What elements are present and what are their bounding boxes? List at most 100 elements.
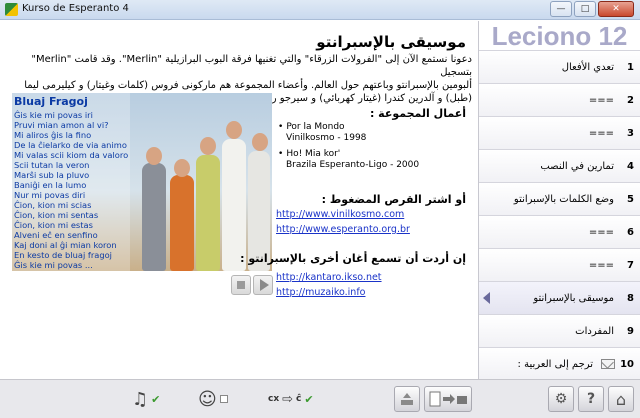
print-button[interactable] xyxy=(424,386,472,412)
work-item: • Ho! Mia kor' Brazila Esperanto-Ligo - 2… xyxy=(278,149,419,171)
lyric-line: Ĝis kie mi povas ... xyxy=(14,260,93,270)
music-toggle[interactable]: ♫ ✔ xyxy=(132,387,160,411)
maximize-button[interactable]: □ xyxy=(574,1,596,17)
nav-item-number: 1 xyxy=(627,61,634,73)
play-icon xyxy=(259,279,269,291)
more-songs-heading: إن أردت أن تسمع أغان أخرى بالإسبرانتو : xyxy=(240,252,466,265)
c-hat-label: ĉ xyxy=(296,394,302,404)
intro-line: ألبومين بالإسبرانتو وباعتهم حول العالم. … xyxy=(24,80,472,91)
lyric-line: De la ĉielarko de via animo xyxy=(14,140,127,150)
upload-button[interactable] xyxy=(394,386,420,412)
nav-item-label: === xyxy=(588,127,614,139)
link-kantaro[interactable]: http://kantaro.ikso.net xyxy=(276,272,382,283)
window-title: Kurso de Esperanto 4 xyxy=(22,3,129,14)
lyric-line: Baniĝi en la lumo xyxy=(14,180,87,190)
lyric-line: Nur mi povas diri xyxy=(14,190,86,200)
work-item: • Por la Mondo Vinilkosmo - 1998 xyxy=(278,122,366,144)
bullet-icon: • xyxy=(278,149,284,159)
nav-item-label: موسيقى بالإسبرانتو xyxy=(533,292,614,304)
close-button[interactable]: ✕ xyxy=(598,1,634,17)
envelope-icon xyxy=(601,359,616,369)
band-member-figure xyxy=(170,175,194,271)
lesson-sidebar: Leciono 12 تعدي الأفعال 1 === 2 === 3 تم… xyxy=(478,21,640,381)
stop-icon xyxy=(237,281,245,289)
nav-item-4[interactable]: تمارين في النصب 4 xyxy=(479,150,640,183)
band-member-figure xyxy=(142,163,166,271)
stop-button[interactable] xyxy=(231,275,251,295)
band-member-head xyxy=(226,121,242,139)
lyric-line: ...En kesto de bluaj fragoj... xyxy=(12,270,130,271)
x-system-toggle[interactable]: cx ⇨ ĉ ✔ xyxy=(268,387,314,411)
lyric-line: Marŝi sub la pluvo xyxy=(14,170,90,180)
lyric-line: Mi aliros ĝis la fino xyxy=(14,130,92,140)
nav-item-number: 9 xyxy=(627,325,634,337)
nav-item-number: 3 xyxy=(627,127,634,139)
buy-cd-heading: أو اشتر القرص المضغوط : xyxy=(321,193,466,206)
bottom-toolbar: ♫ ✔ ☺ cx ⇨ ĉ ✔ ⚙ ? ⌂ xyxy=(0,379,640,418)
check-icon: ✔ xyxy=(151,392,161,406)
settings-button[interactable]: ⚙ xyxy=(548,386,574,412)
link-vinilkosmo[interactable]: http://www.vinilkosmo.com xyxy=(276,209,404,220)
nav-item-number: 4 xyxy=(627,160,634,172)
work-title: Por la Mondo xyxy=(286,122,345,132)
nav-item-2[interactable]: === 2 xyxy=(479,84,640,117)
app-icon xyxy=(5,3,18,16)
lyrics-list: Ĝis kie mi povas iri Pruvi mian amon al v… xyxy=(12,110,130,271)
nav-item-number: 8 xyxy=(627,292,634,304)
checkbox-icon xyxy=(219,395,228,403)
minimize-button[interactable]: — xyxy=(550,1,572,17)
nav-item-label: تمارين في النصب xyxy=(540,160,614,172)
lyric-line: Scii tutan la veron xyxy=(14,160,90,170)
nav-item-label: === xyxy=(588,226,614,238)
lesson-number-header: Leciono 12 xyxy=(479,21,640,51)
nav-item-label: وضع الكلمات بالإسبرانتو xyxy=(513,193,614,205)
nav-item-label: تعدي الأفعال xyxy=(561,61,614,73)
work-detail: Vinilkosmo - 1998 xyxy=(286,133,367,143)
lyric-line: Ĉion, kion mi sentas xyxy=(14,210,99,220)
album-title: Bluaj Fragoj xyxy=(14,95,88,108)
band-member-figure xyxy=(196,155,220,271)
title-bar: Kurso de Esperanto 4 — □ ✕ xyxy=(0,0,640,20)
lesson-content: موسيقى بالإسبرانتو دعونا نستمع الآن إلى … xyxy=(0,21,478,379)
link-esperanto-org-br[interactable]: http://www.esperanto.org.br xyxy=(276,224,410,235)
work-detail: Brazila Esperanto-Ligo - 2000 xyxy=(286,160,420,170)
link-muzaiko[interactable]: http://muzaiko.info xyxy=(276,287,365,298)
nav-item-9[interactable]: المفردات 9 xyxy=(479,315,640,348)
lyric-line: Mi valas scii kiom da valoro xyxy=(14,150,129,160)
nav-item-number: 6 xyxy=(627,226,634,238)
speech-toggle[interactable]: ☺ xyxy=(198,387,228,411)
home-button[interactable]: ⌂ xyxy=(608,386,634,412)
nav-item-3[interactable]: === 3 xyxy=(479,117,640,150)
page-title: موسيقى بالإسبرانتو xyxy=(316,33,466,51)
upload-icon xyxy=(401,393,413,405)
band-member-head xyxy=(200,137,216,155)
nav-item-6[interactable]: === 6 xyxy=(479,216,640,249)
home-icon: ⌂ xyxy=(615,389,627,409)
arrow-right-icon: ⇨ xyxy=(282,391,294,407)
lyric-line: Ĝis kie mi povas iri xyxy=(14,110,93,120)
album-lyrics: Bluaj Fragoj Ĝis kie mi povas iri Pruvi m… xyxy=(12,93,130,271)
lyric-line: Pruvi mian amon al vi? xyxy=(14,120,109,130)
cx-label: cx xyxy=(268,394,280,404)
nav-item-7[interactable]: === 7 xyxy=(479,249,640,282)
nav-item-label: ترجم إلى العربية : xyxy=(517,358,594,370)
nav-item-label: === xyxy=(588,259,614,271)
band-member-head xyxy=(174,159,190,177)
play-button[interactable] xyxy=(253,275,273,295)
nav-item-number: 5 xyxy=(627,193,634,205)
lyric-line: Kaj doni al ĝi mian koron xyxy=(14,240,117,250)
nav-item-5[interactable]: وضع الكلمات بالإسبرانتو 5 xyxy=(479,183,640,216)
nav-item-number: 7 xyxy=(627,259,634,271)
help-icon: ? xyxy=(586,391,596,407)
intro-line: دعونا نستمع الآن إلى "الفرولات الزرقاء" … xyxy=(31,54,472,78)
nav-item-1[interactable]: تعدي الأفعال 1 xyxy=(479,51,640,84)
nav-item-10[interactable]: ترجم إلى العربية : 10 xyxy=(479,348,640,381)
current-item-arrow-icon xyxy=(483,292,490,304)
lyric-line: Ĉion, kion mi estas xyxy=(14,220,93,230)
help-button[interactable]: ? xyxy=(578,386,604,412)
nav-item-number: 10 xyxy=(620,358,634,370)
lyric-line: En kesto de bluaj fragoj xyxy=(14,250,112,260)
album-cover-image: Bluaj Fragoj Ĝis kie mi povas iri Pruvi m… xyxy=(12,93,272,271)
nav-item-8[interactable]: موسيقى بالإسبرانتو 8 xyxy=(479,282,640,315)
works-heading: أعمال المجموعة : xyxy=(369,107,466,120)
